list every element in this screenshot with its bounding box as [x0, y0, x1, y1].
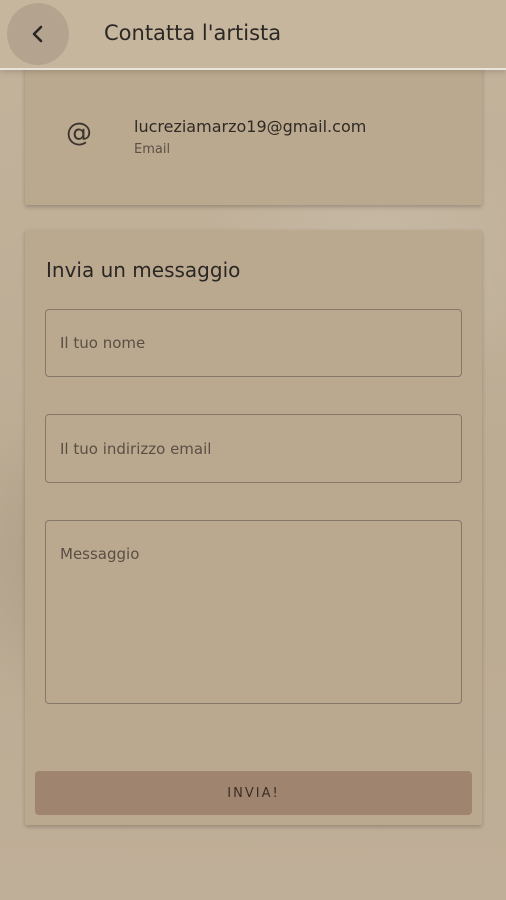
message-input[interactable]: [45, 520, 462, 704]
submit-button[interactable]: INVIA!: [35, 771, 472, 815]
back-button[interactable]: [7, 3, 69, 65]
email-input[interactable]: [45, 414, 462, 483]
contact-type-label: Email: [134, 142, 171, 157]
at-icon: @: [66, 118, 92, 148]
app-bar: Contatta l'artista: [0, 0, 506, 68]
name-input[interactable]: [45, 309, 462, 377]
chevron-left-icon: [32, 25, 43, 43]
form-title: Invia un messaggio: [46, 258, 241, 282]
contact-email-value[interactable]: lucreziamarzo19@gmail.com: [134, 117, 366, 136]
page-title: Contatta l'artista: [104, 21, 282, 45]
